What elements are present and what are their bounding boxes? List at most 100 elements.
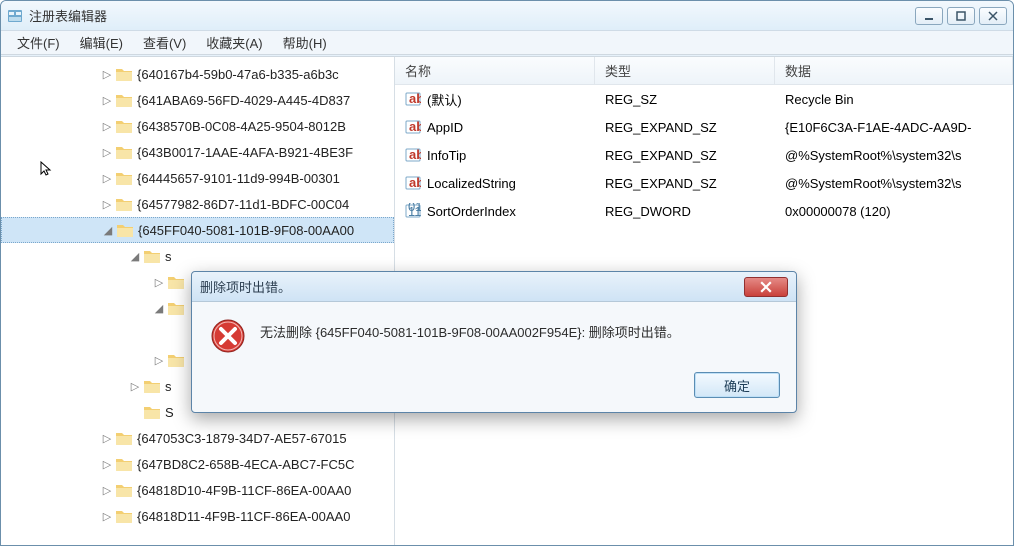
tree-toggle-icon[interactable]: ◢ (153, 302, 165, 315)
tree-row[interactable]: ▷ {647BD8C2-658B-4ECA-ABC7-FC5C (1, 451, 394, 477)
value-name: SortOrderIndex (427, 204, 516, 219)
tree-toggle-icon[interactable]: ▷ (101, 510, 113, 523)
tree-item-label: {647053C3-1879-34D7-AE57-67015 (137, 431, 347, 446)
tree-toggle-icon[interactable]: ▷ (101, 120, 113, 133)
list-row[interactable]: ab(默认)REG_SZRecycle Bin (395, 85, 1013, 113)
error-dialog: 删除项时出错。 无法删除 {645FF040-5081-101B-9F08-00… (191, 271, 797, 413)
list-row[interactable]: abLocalizedStringREG_EXPAND_SZ@%SystemRo… (395, 169, 1013, 197)
value-type: REG_EXPAND_SZ (595, 172, 775, 195)
tree-row[interactable]: ▷{64577982-86D7-11d1-BDFC-00C04 (1, 191, 394, 217)
tree-item-label: {6438570B-0C08-4A25-9504-8012B (137, 119, 346, 134)
tree-row[interactable]: ▷ {647053C3-1879-34D7-AE57-67015 (1, 425, 394, 451)
tree-item-label: {64818D11-4F9B-11CF-86EA-00AA0 (137, 509, 350, 524)
value-name: AppID (427, 120, 463, 135)
tree-row[interactable]: ▷{640167b4-59b0-47a6-b335-a6b3c (1, 61, 394, 87)
folder-icon (115, 430, 133, 446)
tree-toggle-icon[interactable]: ▷ (101, 198, 113, 211)
value-name-cell: ab InfoTip (395, 143, 595, 167)
tree-toggle-icon[interactable]: ▷ (153, 354, 165, 367)
list-row[interactable]: ab InfoTip REG_EXPAND_SZ@%SystemRoot%\syst… (395, 141, 1013, 169)
value-name: LocalizedString (427, 176, 516, 191)
folder-icon (115, 92, 133, 108)
error-icon (210, 318, 246, 354)
value-type-icon: ab (405, 119, 421, 135)
tree-toggle-icon[interactable]: ▷ (101, 172, 113, 185)
value-data: {E10F6C3A-F1AE-4ADC-AA9D- (775, 116, 1013, 139)
value-type-icon: ab (405, 147, 421, 163)
col-header-data[interactable]: 数据 (775, 57, 1013, 84)
dialog-titlebar[interactable]: 删除项时出错。 (192, 272, 796, 302)
menu-file[interactable]: 文件(F) (7, 31, 70, 54)
tree-toggle-icon[interactable]: ◢ (102, 224, 114, 237)
col-header-name[interactable]: 名称 (395, 57, 595, 84)
tree-item-label: s (165, 379, 172, 394)
folder-icon (167, 300, 185, 316)
tree-toggle-icon[interactable]: ▷ (101, 432, 113, 445)
tree-toggle-icon[interactable]: ▷ (101, 94, 113, 107)
tree-toggle-icon[interactable] (129, 406, 141, 418)
list-row[interactable]: 011110 SortOrderIndex REG_DWORD0x00000078 … (395, 197, 1013, 225)
dialog-ok-button[interactable]: 确定 (694, 372, 780, 398)
titlebar[interactable]: 注册表编辑器 (1, 1, 1013, 31)
dialog-button-row: 确定 (192, 364, 796, 412)
tree-toggle-icon[interactable]: ▷ (101, 146, 113, 159)
list-row[interactable]: abAppIDREG_EXPAND_SZ{E10F6C3A-F1AE-4ADC-… (395, 113, 1013, 141)
tree-toggle-icon[interactable]: ▷ (129, 380, 141, 393)
tree-toggle-icon[interactable]: ◢ (129, 250, 141, 263)
tree-toggle-icon[interactable]: ▷ (101, 484, 113, 497)
svg-text:ab: ab (409, 119, 421, 134)
value-data: @%SystemRoot%\system32\s (775, 144, 1013, 167)
folder-icon (115, 196, 133, 212)
folder-icon (115, 66, 133, 82)
tree-row[interactable]: ▷ {643B0017-1AAE-4AFA-B921-4BE3F (1, 139, 394, 165)
menu-favorites[interactable]: 收藏夹(A) (196, 31, 272, 54)
menu-view[interactable]: 查看(V) (133, 31, 196, 54)
value-name-cell: ab(默认) (395, 86, 595, 113)
tree-item-label: s (165, 249, 172, 264)
col-header-type[interactable]: 类型 (595, 57, 775, 84)
value-type: REG_DWORD (595, 200, 775, 223)
tree-toggle-icon[interactable]: ▷ (153, 276, 165, 289)
tree-toggle-icon[interactable]: ▷ (101, 68, 113, 81)
tree-row[interactable]: ◢s (1, 243, 394, 269)
folder-icon (167, 274, 185, 290)
folder-icon (143, 404, 161, 420)
menubar: 文件(F) 编辑(E) 查看(V) 收藏夹(A) 帮助(H) (1, 31, 1013, 55)
menu-edit[interactable]: 编辑(E) (70, 31, 133, 54)
tree-item-label: {643B0017-1AAE-4AFA-B921-4BE3F (137, 145, 353, 160)
tree-row[interactable]: ▷ {64818D11-4F9B-11CF-86EA-00AA0 (1, 503, 394, 529)
folder-icon (116, 222, 134, 238)
tree-row[interactable]: ▷ {641ABA69-56FD-4029-A445-4D837 (1, 87, 394, 113)
svg-text:110: 110 (408, 204, 421, 219)
list-body: ab(默认)REG_SZRecycle Bin ab AppID REG_EXPAND… (395, 85, 1013, 225)
dialog-title-text: 删除项时出错。 (200, 277, 291, 296)
tree-item-label: {64445657-9101-11d9-994B-00301 (137, 171, 340, 186)
tree-toggle-icon[interactable]: ▷ (101, 458, 113, 471)
tree-item-label: S (165, 405, 174, 420)
folder-icon (115, 118, 133, 134)
value-name: InfoTip (427, 148, 466, 163)
tree-item-label: {64818D10-4F9B-11CF-86EA-00AA0 (137, 483, 351, 498)
tree-row[interactable]: ▷ {64818D10-4F9B-11CF-86EA-00AA0 (1, 477, 394, 503)
tree-toggle-icon[interactable] (177, 328, 189, 340)
value-name: (默认) (427, 90, 462, 109)
value-data: 0x00000078 (120) (775, 200, 1013, 223)
list-header: 名称 类型 数据 (395, 57, 1013, 85)
app-icon (7, 8, 23, 24)
dialog-close-button[interactable] (744, 277, 788, 297)
tree-row[interactable]: ▷ {6438570B-0C08-4A25-9504-8012B (1, 113, 394, 139)
folder-icon (115, 482, 133, 498)
maximize-button[interactable] (947, 7, 975, 25)
tree-item-label: {641ABA69-56FD-4029-A445-4D837 (137, 93, 350, 108)
window-title: 注册表编辑器 (29, 6, 107, 25)
tree-row[interactable]: ◢{645FF040-5081-101B-9F08-00AA00 (1, 217, 394, 243)
folder-icon (115, 508, 133, 524)
folder-icon (115, 456, 133, 472)
tree-item-label: {647BD8C2-658B-4ECA-ABC7-FC5C (137, 457, 354, 472)
value-type-icon: 011110 (405, 203, 421, 219)
minimize-button[interactable] (915, 7, 943, 25)
value-type: REG_EXPAND_SZ (595, 144, 775, 167)
close-button[interactable] (979, 7, 1007, 25)
tree-row[interactable]: ▷ {64445657-9101-11d9-994B-00301 (1, 165, 394, 191)
menu-help[interactable]: 帮助(H) (273, 31, 337, 54)
